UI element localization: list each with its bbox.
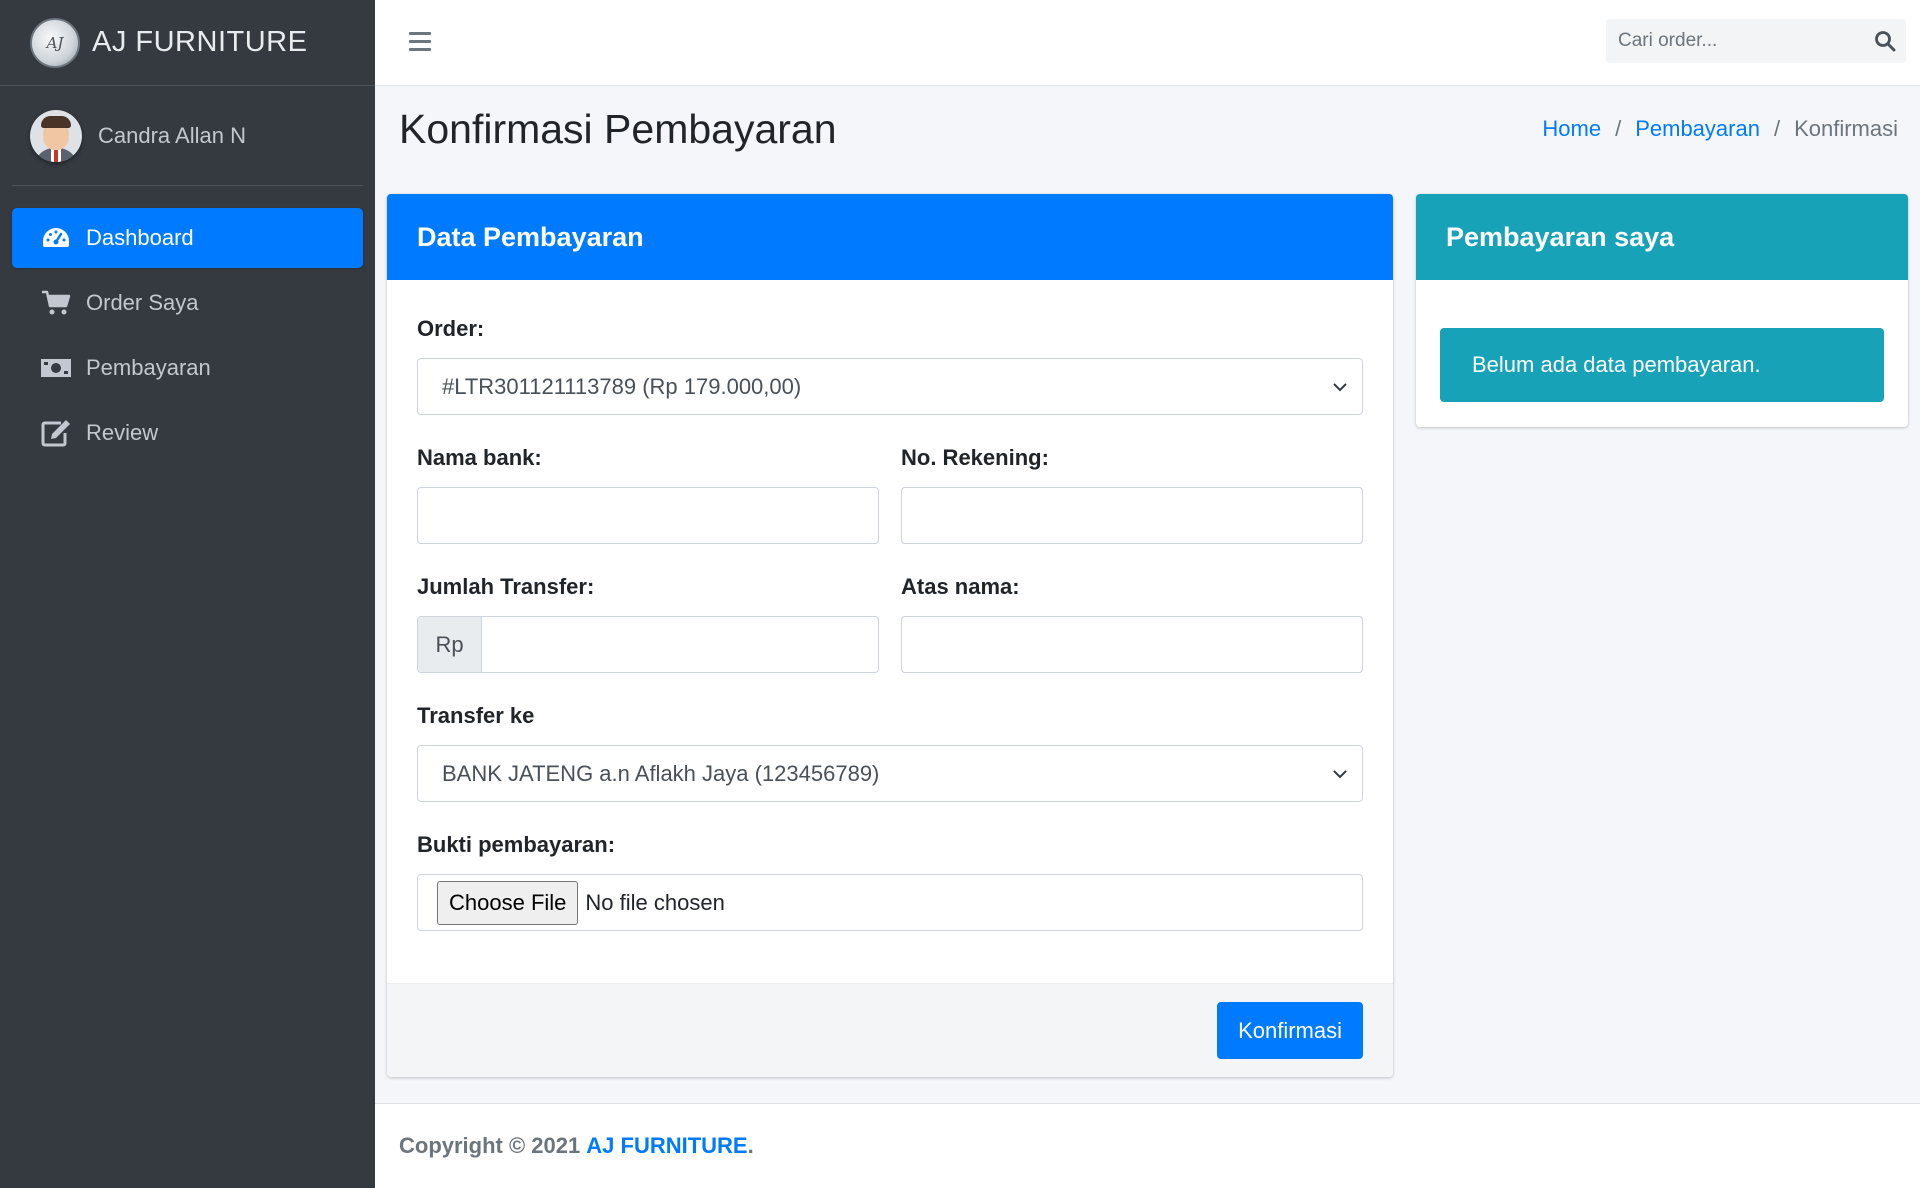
breadcrumb-separator: / [1615,116,1622,141]
card-footer: Konfirmasi [387,983,1393,1077]
account-holder-label: Atas nama: [901,574,1020,599]
proof-file-input: Choose File No file chosen [417,874,1363,931]
card-title: Pembayaran saya [1416,194,1908,280]
footer: Copyright © 2021 AJ FURNITURE . [375,1103,1920,1188]
search-button[interactable] [1863,19,1906,63]
sidebar-item-label: Pembayaran [86,355,211,380]
sidebar-nav: Dashboard Order Saya Pembayaran Review [0,186,375,463]
order-label: Order: [417,316,485,341]
footer-suffix: . [747,1133,754,1158]
sidebar: AJ AJ FURNITURE Candra Allan N Dashboard… [0,0,375,1188]
transfer-to-value: BANK JATENG a.n Aflakh Jaya (123456789) [442,760,880,786]
topbar [375,0,1920,86]
sidebar-item-dashboard[interactable]: Dashboard [12,208,363,268]
footer-brand-link[interactable]: AJ FURNITURE [586,1133,747,1159]
chevron-down-icon [1333,382,1347,391]
transfer-to-select[interactable]: BANK JATENG a.n Aflakh Jaya (123456789) [417,745,1363,802]
cart-icon [40,289,72,317]
breadcrumb-pembayaran[interactable]: Pembayaran [1635,116,1760,142]
choose-file-button[interactable]: Choose File [437,880,579,925]
my-payments-card: Pembayaran saya Belum ada data pembayara… [1416,194,1908,427]
menu-toggle-icon[interactable] [409,32,431,52]
search-form [1606,19,1906,63]
search-icon [1874,31,1895,52]
breadcrumb-home[interactable]: Home [1542,116,1601,142]
breadcrumb-current: Konfirmasi [1794,116,1898,141]
file-status: No file chosen [585,889,725,915]
sidebar-item-label: Order Saya [86,290,199,315]
sidebar-item-label: Review [86,420,159,445]
sidebar-item-order-saya[interactable]: Order Saya [12,273,363,333]
order-select-value: #LTR301121113789 (Rp 179.000,00) [442,373,802,399]
user-panel[interactable]: Candra Allan N [12,86,363,186]
copyright-text: Copyright © 2021 [399,1133,581,1158]
tachometer-icon [40,224,72,252]
bank-name-label: Nama bank: [417,445,542,470]
page-title: Konfirmasi Pembayaran [399,106,837,152]
transfer-amount-label: Jumlah Transfer: [417,574,595,599]
breadcrumb-separator: / [1773,116,1781,141]
currency-prefix: Rp [418,617,482,672]
proof-label: Bukti pembayaran: [417,832,616,857]
account-holder-field[interactable] [901,616,1363,673]
confirm-button[interactable]: Konfirmasi [1217,1002,1363,1059]
account-number-field[interactable] [901,487,1363,544]
search-input[interactable] [1606,30,1863,52]
edit-icon [40,419,72,447]
brand-link[interactable]: AJ AJ FURNITURE [0,0,375,86]
sidebar-item-review[interactable]: Review [12,403,363,463]
breadcrumb: Home / Pembayaran / Konfirmasi [1542,116,1898,142]
order-select[interactable]: #LTR301121113789 (Rp 179.000,00) [417,358,1363,415]
card-title: Data Pembayaran [387,194,1393,280]
sidebar-item-label: Dashboard [86,225,194,250]
brand-logo: AJ [30,17,80,68]
transfer-to-label: Transfer ke [417,703,535,728]
transfer-amount-group: Rp [417,616,879,673]
avatar [30,109,82,162]
empty-payments-alert: Belum ada data pembayaran. [1440,328,1884,402]
account-number-label: No. Rekening: [901,445,1049,470]
chevron-down-icon [1333,769,1347,778]
user-name: Candra Allan N [98,122,246,148]
brand-name: AJ FURNITURE [92,26,308,58]
payment-form-card: Data Pembayaran Order: #LTR301121113789 … [387,194,1393,1077]
money-bill-icon [40,354,72,382]
bank-name-field[interactable] [417,487,879,544]
sidebar-item-pembayaran[interactable]: Pembayaran [12,338,363,398]
